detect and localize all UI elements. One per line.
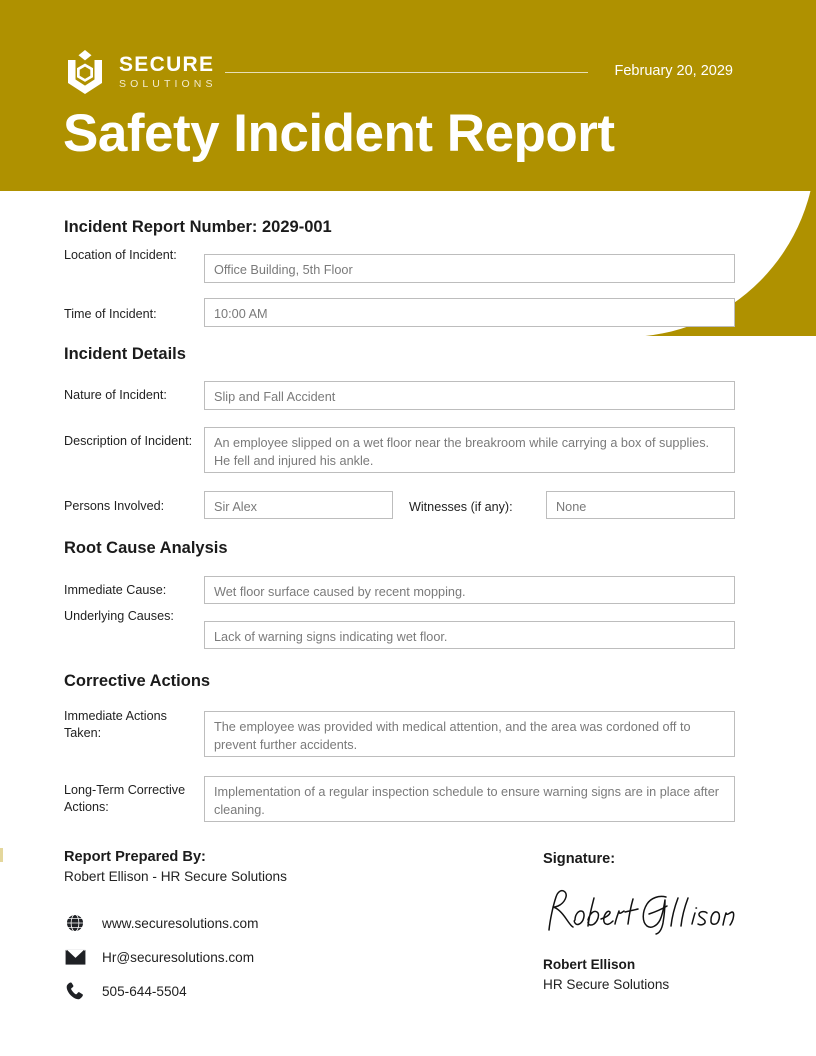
signer-organization: HR Secure Solutions bbox=[543, 977, 670, 992]
field-input-description-of-incident[interactable]: An employee slipped on a wet floor near … bbox=[204, 427, 735, 473]
email-text: Hr@securesolutions.com bbox=[102, 949, 255, 965]
field-input-immediate-cause[interactable]: Wet floor surface caused by recent moppi… bbox=[204, 576, 735, 604]
envelope-icon bbox=[64, 946, 86, 968]
section-heading-root-cause-analysis: Root Cause Analysis bbox=[64, 539, 228, 557]
field-input-nature-of-incident[interactable]: Slip and Fall Accident bbox=[204, 381, 735, 410]
page-title: Safety Incident Report bbox=[63, 104, 615, 163]
logo-secondary-text: SOLUTIONS bbox=[119, 78, 217, 91]
contact-list: www.securesolutions.com Hr@securesolutio… bbox=[64, 912, 258, 1002]
contact-email[interactable]: Hr@securesolutions.com bbox=[64, 946, 258, 968]
left-edge-accent-sliver bbox=[0, 848, 3, 862]
header-divider-line bbox=[225, 72, 588, 73]
field-input-long-term-corrective-actions[interactable]: Implementation of a regular inspection s… bbox=[204, 776, 735, 822]
phone-icon bbox=[64, 980, 86, 1002]
field-label-persons-involved: Persons Involved: bbox=[64, 499, 165, 513]
field-label-underlying-causes: Underlying Causes: bbox=[64, 609, 174, 623]
company-logo: SECURE SOLUTIONS bbox=[64, 50, 217, 94]
incident-report-number: Incident Report Number: 2029-001 bbox=[64, 218, 332, 236]
field-label-nature-of-incident: Nature of Incident: bbox=[64, 388, 167, 402]
shield-hexagon-logo-icon bbox=[64, 50, 106, 94]
signature-label: Signature: bbox=[543, 851, 616, 867]
field-input-witnesses[interactable]: None bbox=[546, 491, 735, 519]
contact-website[interactable]: www.securesolutions.com bbox=[64, 912, 258, 934]
signer-name: Robert Ellison bbox=[543, 957, 636, 972]
field-label-location-of-incident: Location of Incident: bbox=[64, 248, 177, 262]
report-date: February 20, 2029 bbox=[614, 63, 734, 79]
field-input-time-of-incident[interactable]: 10:00 AM bbox=[204, 298, 735, 327]
field-input-persons-involved[interactable]: Sir Alex bbox=[204, 491, 393, 519]
logo-primary-text: SECURE bbox=[119, 53, 215, 77]
phone-text: 505-644-5504 bbox=[102, 983, 187, 999]
section-heading-incident-details: Incident Details bbox=[64, 345, 186, 363]
field-input-location-of-incident[interactable]: Office Building, 5th Floor bbox=[204, 254, 735, 283]
field-label-immediate-cause: Immediate Cause: bbox=[64, 583, 167, 597]
field-label-witnesses: Witnesses (if any): bbox=[409, 500, 513, 514]
signature-image bbox=[541, 884, 741, 942]
safety-incident-report-page: SECURE SOLUTIONS February 20, 2029 Safet… bbox=[0, 0, 816, 1056]
field-input-immediate-actions-taken[interactable]: The employee was provided with medical a… bbox=[204, 711, 735, 757]
prepared-by-name: Robert Ellison - HR Secure Solutions bbox=[64, 869, 287, 884]
prepared-by-label: Report Prepared By: bbox=[64, 849, 206, 865]
website-text: www.securesolutions.com bbox=[102, 915, 259, 931]
field-label-long-term-corrective-actions: Long-Term Corrective Actions: bbox=[64, 783, 186, 815]
globe-icon bbox=[64, 912, 86, 934]
section-heading-corrective-actions: Corrective Actions bbox=[64, 672, 211, 690]
field-label-time-of-incident: Time of Incident: bbox=[64, 307, 157, 321]
field-label-description-of-incident: Description of Incident: bbox=[64, 434, 193, 448]
field-label-immediate-actions-taken: Immediate Actions Taken: bbox=[64, 709, 167, 741]
contact-phone[interactable]: 505-644-5504 bbox=[64, 980, 258, 1002]
field-input-underlying-causes[interactable]: Lack of warning signs indicating wet flo… bbox=[204, 621, 735, 649]
